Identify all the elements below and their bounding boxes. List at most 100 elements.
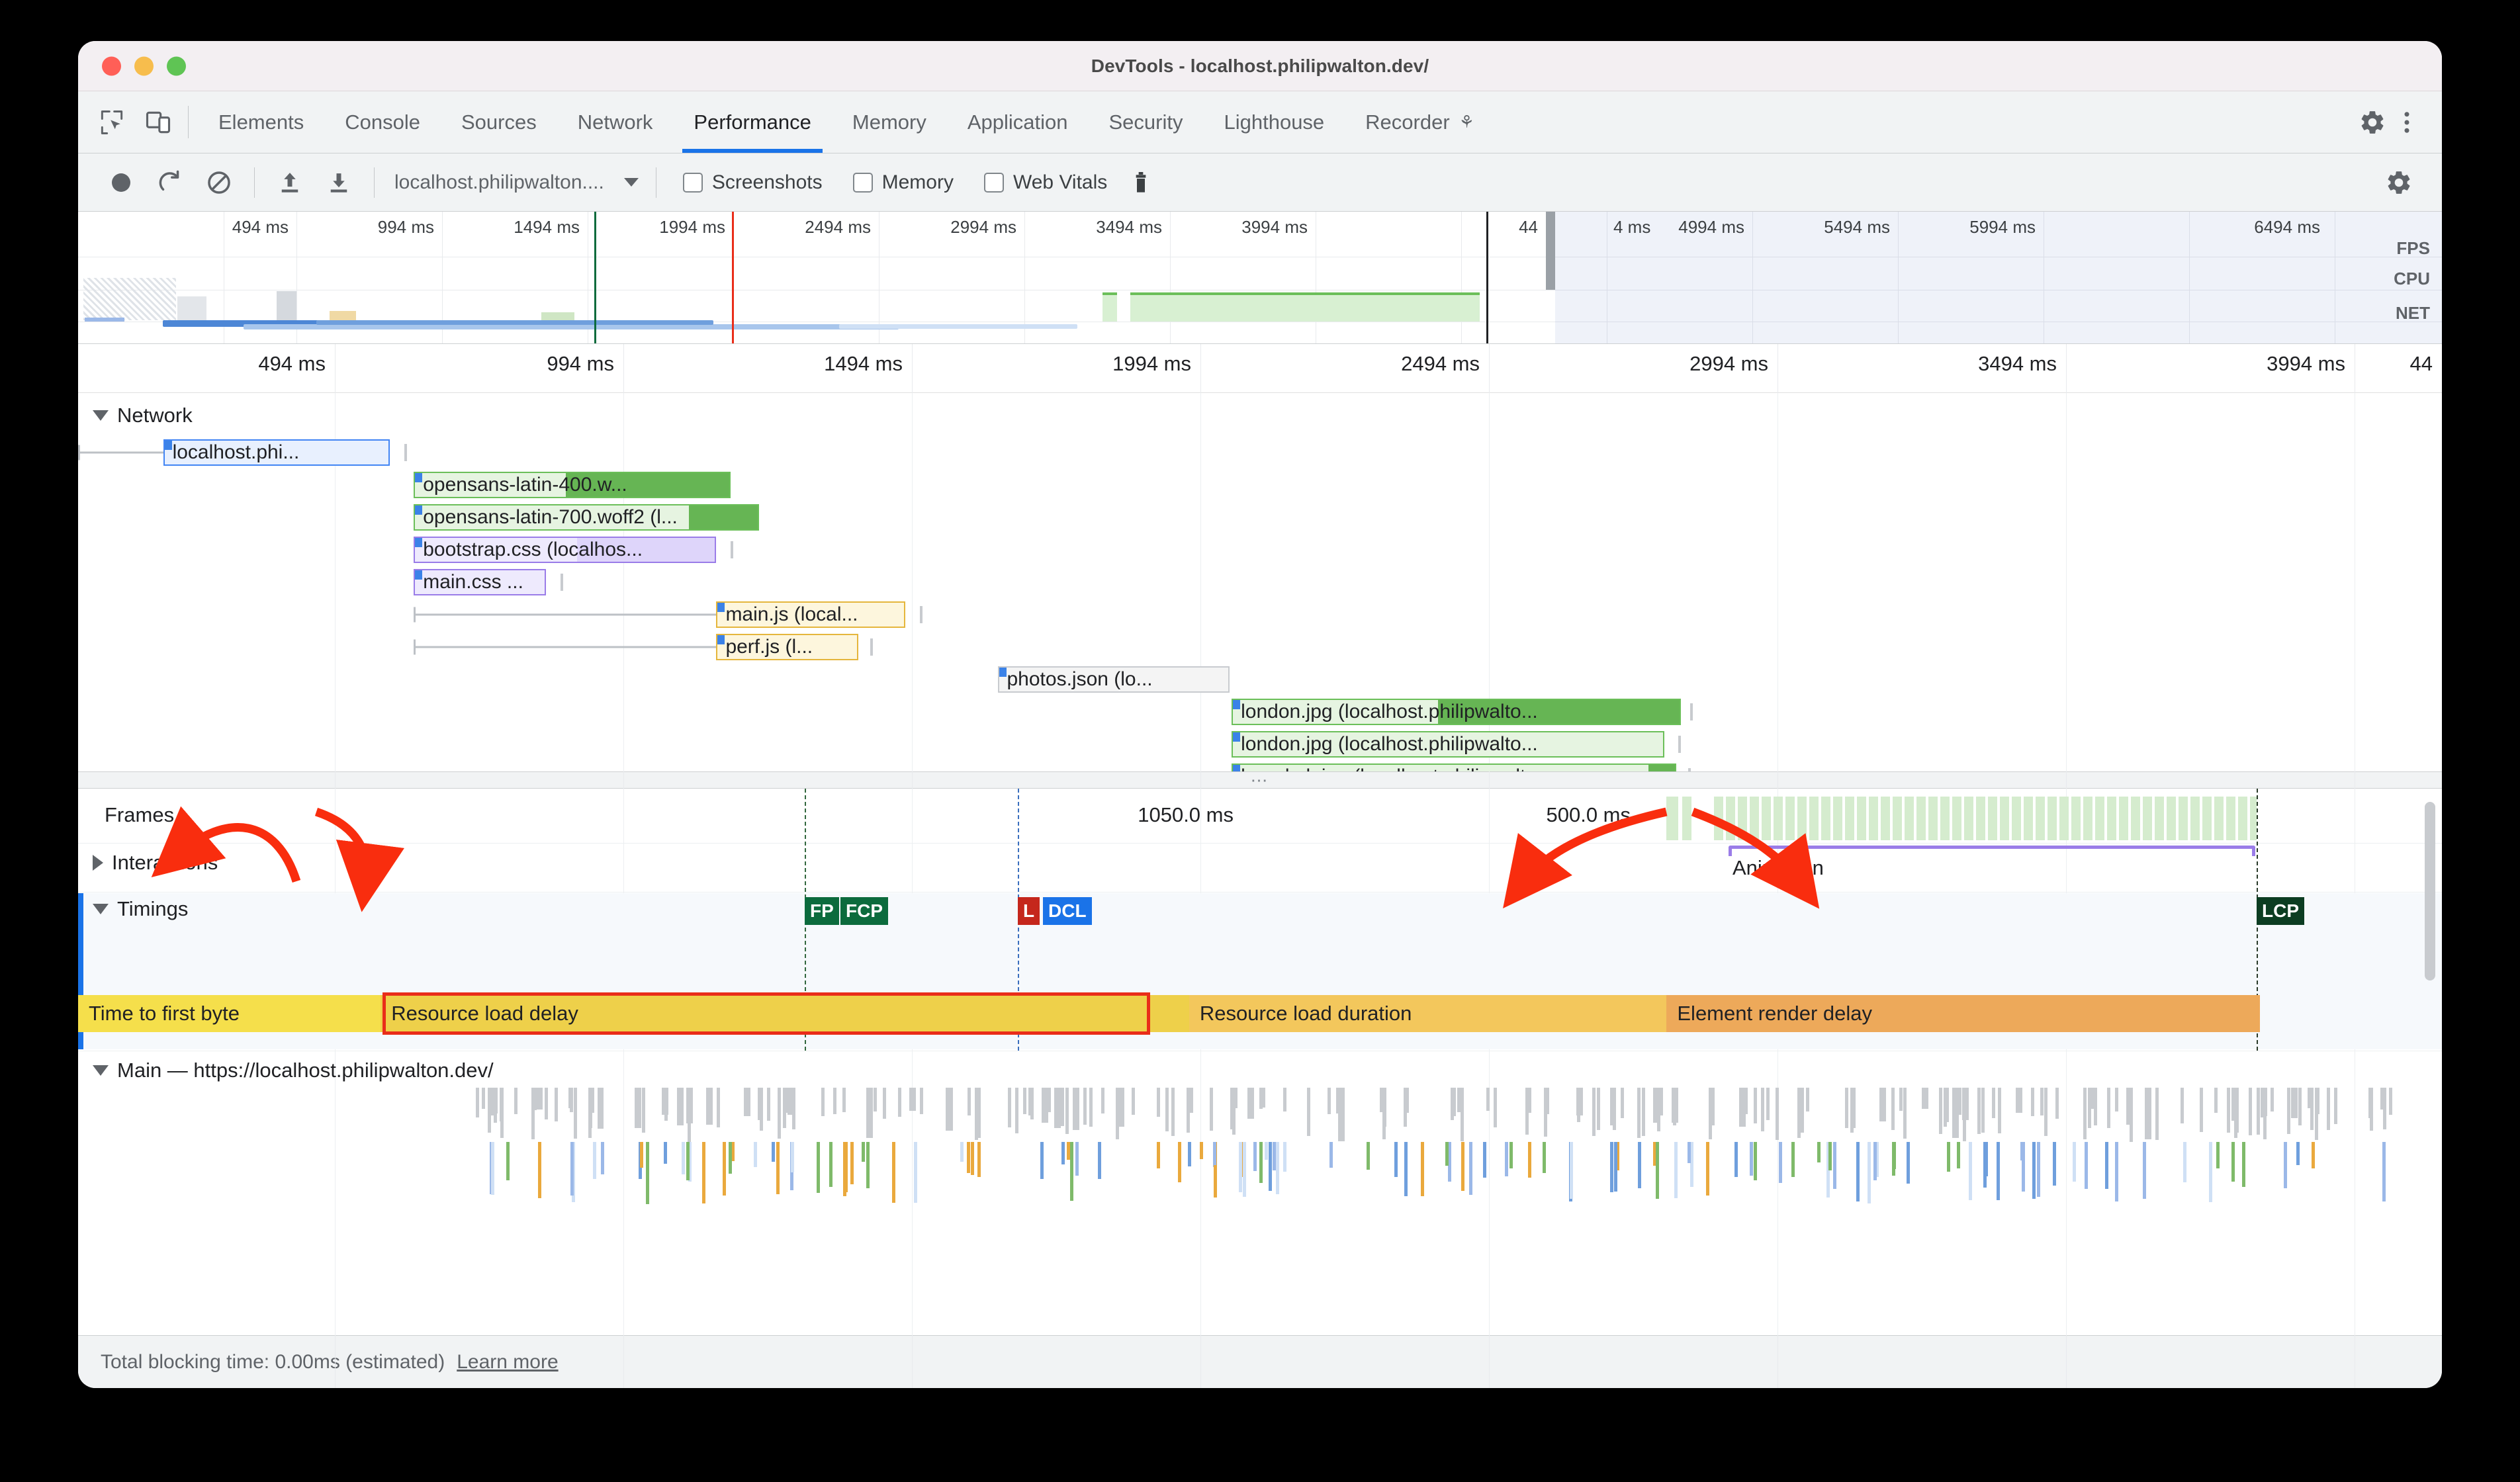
main-thread-event-bar[interactable] bbox=[1493, 1088, 1497, 1128]
web-vitals-checkbox[interactable]: Web Vitals bbox=[983, 171, 1107, 194]
main-thread-event-bar[interactable] bbox=[1613, 1142, 1617, 1192]
main-thread-event-bar[interactable] bbox=[842, 1088, 846, 1112]
main-thread-event-bar[interactable] bbox=[590, 1088, 594, 1113]
tab-application[interactable]: Application bbox=[947, 91, 1089, 153]
main-thread-event-bar[interactable] bbox=[1570, 1142, 1574, 1199]
main-thread-event-bar[interactable] bbox=[1509, 1142, 1513, 1169]
animation-bracket[interactable] bbox=[1729, 846, 2255, 856]
main-thread-event-bar[interactable] bbox=[873, 1088, 877, 1112]
main-thread-event-bar[interactable] bbox=[1171, 1088, 1175, 1136]
main-thread-event-bar[interactable] bbox=[821, 1088, 825, 1116]
more-vertical-icon[interactable] bbox=[2392, 107, 2422, 138]
main-thread-event-bar[interactable] bbox=[634, 1088, 641, 1129]
main-thread-event-bar[interactable] bbox=[968, 1088, 971, 1115]
lcp-phase-bar[interactable]: Resource load duration bbox=[1189, 995, 1667, 1032]
main-thread-event-bar[interactable] bbox=[1468, 1142, 1472, 1195]
main-thread-event-bar[interactable] bbox=[2053, 1142, 2057, 1186]
main-thread-event-bar[interactable] bbox=[1065, 1088, 1069, 1135]
memory-checkbox[interactable]: Memory bbox=[852, 171, 954, 194]
main-thread-event-bar[interactable] bbox=[1833, 1142, 1837, 1189]
main-thread-event-bar[interactable] bbox=[1073, 1088, 1080, 1131]
main-thread-event-bar[interactable] bbox=[2227, 1088, 2231, 1133]
main-thread-event-bar[interactable] bbox=[1957, 1142, 1961, 1169]
main-thread-event-bar[interactable] bbox=[2015, 1088, 2022, 1113]
main-thread-event-bar[interactable] bbox=[2298, 1088, 2302, 1125]
main-thread-event-bar[interactable] bbox=[2231, 1142, 2235, 1182]
main-thread-event-bar[interactable] bbox=[1527, 1088, 1531, 1113]
main-thread-event-bar[interactable] bbox=[1641, 1088, 1645, 1137]
main-thread-event-bar[interactable] bbox=[2037, 1142, 2041, 1197]
main-thread-event-bar[interactable] bbox=[788, 1088, 795, 1115]
main-thread-event-bar[interactable] bbox=[2044, 1088, 2048, 1137]
main-thread-event-bar[interactable] bbox=[1329, 1142, 1333, 1168]
frame-bar[interactable] bbox=[1682, 797, 1691, 840]
main-thread-event-bar[interactable] bbox=[1404, 1142, 1408, 1197]
main-thread-event-bar[interactable] bbox=[1030, 1088, 1034, 1120]
main-thread-event-bar[interactable] bbox=[1234, 1088, 1238, 1108]
main-thread-event-bar[interactable] bbox=[1101, 1088, 1104, 1113]
main-thread-event-bar[interactable] bbox=[909, 1088, 917, 1112]
main-thread-event-bar[interactable] bbox=[2073, 1142, 2077, 1182]
main-thread-event-bar[interactable] bbox=[568, 1088, 572, 1109]
fcp-badge[interactable]: FCP bbox=[840, 897, 888, 925]
network-request-bar[interactable]: bangkok.jpg (localhost.philipwalt... bbox=[1232, 763, 1676, 771]
main-thread-event-bar[interactable] bbox=[777, 1088, 781, 1139]
main-thread-event-bar[interactable] bbox=[1075, 1142, 1079, 1176]
main-thread-event-bar[interactable] bbox=[2333, 1088, 2337, 1124]
main-thread-event-bar[interactable] bbox=[1981, 1088, 1985, 1133]
main-thread-event-bar[interactable] bbox=[705, 1088, 713, 1125]
flamechart-pane[interactable]: Frames Interactions Timings 1050.0 ms 50… bbox=[78, 789, 2442, 1335]
network-request-bar[interactable]: bootstrap.css (localhos... bbox=[414, 537, 717, 563]
main-thread-event-bar[interactable] bbox=[1609, 1142, 1613, 1193]
main-thread-event-bar[interactable] bbox=[1528, 1142, 1532, 1178]
main-thread-event-bar[interactable] bbox=[1543, 1142, 1547, 1173]
main-thread-event-bar[interactable] bbox=[1276, 1142, 1280, 1195]
main-thread-event-bar[interactable] bbox=[1040, 1142, 1044, 1179]
lcp-phase-bar[interactable]: Element render delay bbox=[1666, 995, 2260, 1032]
main-thread-event-bar[interactable] bbox=[1268, 1142, 1272, 1192]
network-section-header[interactable]: Network bbox=[93, 404, 193, 427]
main-thread-event-bar[interactable] bbox=[722, 1142, 726, 1196]
main-thread-event-bar[interactable] bbox=[1420, 1142, 1424, 1196]
main-thread-event-bar[interactable] bbox=[754, 1142, 758, 1168]
main-thread-event-bar[interactable] bbox=[1944, 1088, 1948, 1127]
main-thread-event-bar[interactable] bbox=[1061, 1142, 1065, 1164]
main-thread-event-bar[interactable] bbox=[2084, 1142, 2088, 1189]
main-thread-event-bar[interactable] bbox=[1307, 1088, 1311, 1136]
tab-elements[interactable]: Elements bbox=[198, 91, 324, 153]
main-thread-event-bar[interactable] bbox=[1259, 1142, 1263, 1183]
main-thread-event-bar[interactable] bbox=[680, 1088, 684, 1117]
main-thread-event-bar[interactable] bbox=[1461, 1142, 1464, 1192]
main-thread-event-bar[interactable] bbox=[1621, 1088, 1625, 1113]
main-thread-event-bar[interactable] bbox=[1613, 1088, 1617, 1130]
main-thread-event-bar[interactable] bbox=[1070, 1142, 1074, 1201]
clear-icon[interactable] bbox=[200, 163, 238, 202]
main-thread-event-bar[interactable] bbox=[2087, 1088, 2091, 1129]
frame-bar-group[interactable] bbox=[1714, 797, 2257, 840]
main-thread-event-bar[interactable] bbox=[2383, 1088, 2387, 1129]
main-thread-event-bar[interactable] bbox=[2040, 1088, 2044, 1116]
network-track[interactable]: Network localhost.phi... opensans-latin-4… bbox=[78, 393, 2442, 771]
capture-settings-gear-icon[interactable] bbox=[2380, 163, 2418, 202]
tab-security[interactable]: Security bbox=[1089, 91, 1204, 153]
main-thread-event-bar[interactable] bbox=[2311, 1142, 2315, 1169]
main-thread-event-bar[interactable] bbox=[883, 1088, 887, 1119]
main-thread-event-bar[interactable] bbox=[2270, 1088, 2274, 1112]
main-thread-event-bar[interactable] bbox=[1083, 1088, 1087, 1125]
main-thread-event-bar[interactable] bbox=[861, 1142, 865, 1162]
main-thread-event-bar[interactable] bbox=[2242, 1142, 2246, 1187]
main-thread-event-bar[interactable] bbox=[544, 1088, 548, 1119]
main-thread-event-bar[interactable] bbox=[500, 1088, 504, 1138]
tab-recorder[interactable]: Recorder ⚘ bbox=[1345, 91, 1495, 153]
main-thread-event-bar[interactable] bbox=[1952, 1088, 1959, 1138]
main-thread-event-bar[interactable] bbox=[866, 1142, 870, 1188]
main-thread-event-bar[interactable] bbox=[2106, 1088, 2110, 1129]
main-thread-event-bar[interactable] bbox=[1060, 1088, 1064, 1126]
main-thread-event-bar[interactable] bbox=[1655, 1142, 1659, 1199]
main-thread-event-bar[interactable] bbox=[1242, 1142, 1246, 1198]
tab-memory[interactable]: Memory bbox=[832, 91, 947, 153]
main-thread-event-bar[interactable] bbox=[554, 1088, 558, 1122]
main-thread-event-bar[interactable] bbox=[573, 1088, 577, 1139]
main-thread-event-bar[interactable] bbox=[1367, 1142, 1371, 1170]
main-thread-event-bar[interactable] bbox=[593, 1142, 597, 1180]
